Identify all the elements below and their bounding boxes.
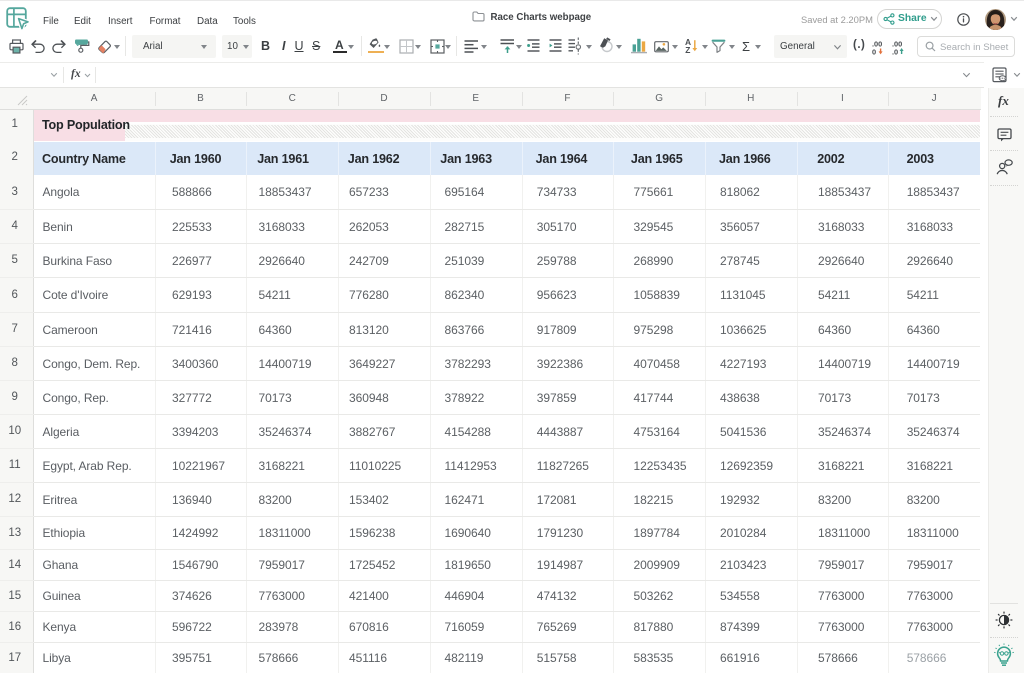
svg-text:Z: Z bbox=[685, 45, 690, 53]
svg-text:.0: .0 bbox=[892, 47, 898, 55]
svg-text:0: 0 bbox=[872, 47, 876, 55]
